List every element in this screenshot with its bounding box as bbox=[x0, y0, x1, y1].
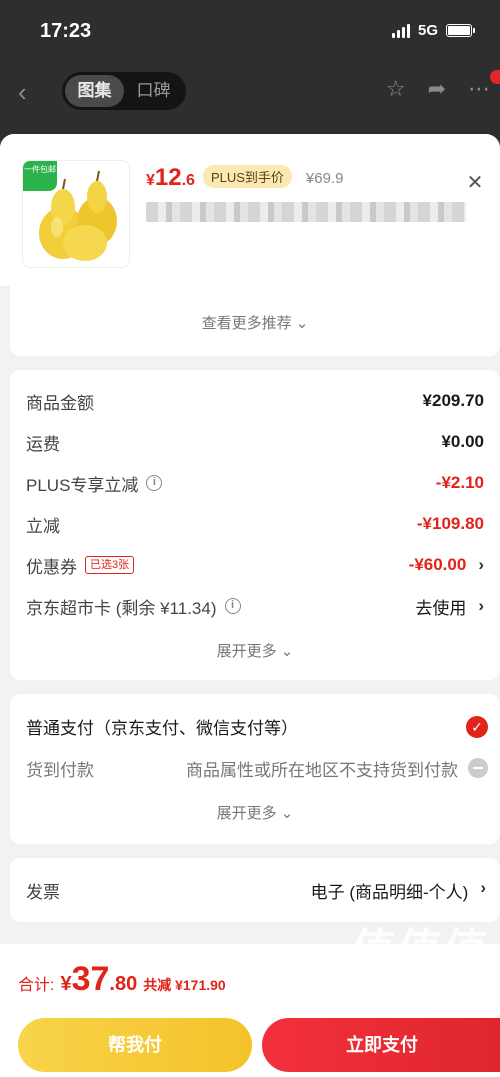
total-integer: 37 bbox=[71, 960, 110, 998]
checkout-footer: 合计: ¥ 37 .80 共减 ¥171.90 帮我付 立即支付 值值值 zhi… bbox=[0, 926, 500, 1077]
product-header: 一件包邮 ¥ 12 .6 PLUS到手价 ¥69.9 ✕ bbox=[0, 134, 500, 286]
network-label: 5G bbox=[417, 22, 438, 39]
original-price: ¥69.9 bbox=[305, 170, 344, 187]
row-value: ¥209.70 bbox=[422, 391, 484, 410]
row-value: -¥109.80 bbox=[416, 514, 484, 533]
row-label: 优惠券 bbox=[26, 557, 77, 577]
total-label: 合计: bbox=[18, 977, 55, 994]
price-integer: 12 bbox=[154, 164, 182, 191]
chevron-right-icon: › bbox=[480, 878, 486, 897]
site-watermark: 值值值 zhizhizhi.com bbox=[352, 914, 490, 991]
payment-option-normal[interactable]: 普通支付（京东支付、微信支付等） bbox=[26, 714, 298, 739]
message-badge bbox=[490, 70, 500, 84]
battery-icon bbox=[446, 24, 475, 37]
price-decimal: .6 bbox=[181, 172, 195, 189]
info-icon[interactable]: i bbox=[224, 598, 241, 614]
checkout-sheet: 一件包邮 ¥ 12 .6 PLUS到手价 ¥69.9 ✕ 查看更多推荐 ⌄ 商品… bbox=[0, 134, 500, 1077]
total-decimal: .80 bbox=[109, 973, 138, 995]
signal-icon bbox=[391, 23, 410, 38]
price-row: ¥ 12 .6 PLUS到手价 ¥69.9 bbox=[146, 164, 343, 192]
nav-actions: ☆ ➦ ⋯ bbox=[386, 76, 500, 102]
row-instant-discount: 立减 -¥109.80 bbox=[26, 509, 484, 539]
row-label: 商品金额 bbox=[26, 393, 94, 413]
total-discount: 共减 ¥171.90 bbox=[143, 977, 226, 993]
row-value-group: 去使用 › bbox=[415, 594, 484, 619]
expand-more-costs[interactable]: 展开更多 ⌄ bbox=[10, 640, 500, 661]
total-symbol: ¥ bbox=[60, 973, 72, 995]
row-value: ¥0.00 bbox=[441, 432, 484, 451]
disabled-radio-icon bbox=[468, 758, 488, 778]
row-label: 立减 bbox=[26, 516, 60, 536]
favorite-star-icon[interactable]: ☆ bbox=[386, 76, 406, 102]
coupon-selected-tag: 已选3张 bbox=[85, 556, 135, 574]
invoice-card[interactable]: 发票 电子 (商品明细-个人) › bbox=[10, 858, 500, 922]
tab-reviews[interactable]: 口碑 bbox=[124, 75, 183, 107]
row-supermarket-card[interactable]: 京东超市卡 (剩余 ¥11.34) i 去使用 › bbox=[26, 591, 484, 621]
row-coupons[interactable]: 优惠券 已选3张 -¥60.00 › bbox=[26, 550, 484, 580]
row-label: 京东超市卡 (剩余 ¥11.34) bbox=[26, 598, 217, 618]
invoice-label: 发票 bbox=[26, 883, 60, 902]
close-icon[interactable]: ✕ bbox=[462, 170, 488, 196]
row-label: 运费 bbox=[26, 434, 60, 454]
plus-price-tag: PLUS到手价 bbox=[202, 165, 292, 188]
blurred-product-title bbox=[146, 202, 466, 222]
chevron-right-icon: › bbox=[478, 596, 484, 615]
row-label-group: 京东超市卡 (剩余 ¥11.34) i bbox=[26, 594, 241, 619]
cost-breakdown-card: 商品金额 ¥209.70 运费 ¥0.00 PLUS专享立减 i -¥2.10 … bbox=[10, 370, 500, 680]
checkmark-icon[interactable]: ✓ bbox=[466, 716, 488, 738]
share-icon[interactable]: ➦ bbox=[428, 76, 446, 102]
expand-more-payment[interactable]: 展开更多 ⌄ bbox=[10, 802, 500, 823]
info-icon[interactable]: i bbox=[146, 475, 163, 491]
watermark-main: 值值值 bbox=[352, 926, 490, 975]
order-total: 合计: ¥ 37 .80 共减 ¥171.90 bbox=[18, 960, 226, 999]
row-plus-discount: PLUS专享立减 i -¥2.10 bbox=[26, 468, 484, 498]
row-label-group: PLUS专享立减 i bbox=[26, 471, 163, 496]
view-switcher: 图集 口碑 bbox=[62, 72, 186, 110]
status-indicators: 5G bbox=[391, 22, 475, 39]
back-icon[interactable]: ‹ bbox=[18, 78, 42, 106]
cod-unavailable-note: 商品属性或所在地区不支持货到付款 bbox=[186, 761, 458, 780]
row-shipping: 运费 ¥0.00 bbox=[26, 427, 484, 457]
status-time: 17:23 bbox=[40, 20, 92, 42]
row-value: -¥60.00 bbox=[408, 555, 467, 574]
invoice-value: 电子 (商品明细-个人) bbox=[310, 883, 469, 902]
more-icon[interactable]: ⋯ bbox=[468, 76, 490, 102]
row-label-group: 优惠券 已选3张 bbox=[26, 553, 135, 578]
payment-option-cod: 货到付款 bbox=[26, 761, 94, 780]
pay-now-button[interactable]: 立即支付 bbox=[262, 1018, 500, 1072]
chevron-right-icon: › bbox=[478, 555, 484, 574]
watermark-sub: zhizhizhi.com bbox=[393, 974, 484, 991]
row-label: PLUS专享立减 bbox=[26, 475, 139, 495]
invoice-value-group: 电子 (商品明细-个人) › bbox=[311, 878, 486, 903]
price-symbol: ¥ bbox=[146, 172, 155, 189]
use-card-link[interactable]: 去使用 bbox=[415, 594, 466, 619]
tab-gallery[interactable]: 图集 bbox=[65, 75, 124, 107]
payment-method-card: 普通支付（京东支付、微信支付等） ✓ 货到付款 商品属性或所在地区不支持货到付款… bbox=[10, 694, 500, 844]
row-value: -¥2.10 bbox=[435, 473, 484, 492]
row-value-group: -¥60.00 › bbox=[409, 555, 484, 575]
help-me-pay-button[interactable]: 帮我付 bbox=[18, 1018, 252, 1072]
row-subtotal: 商品金额 ¥209.70 bbox=[26, 386, 484, 416]
free-shipping-tag: 一件包邮 bbox=[23, 161, 57, 191]
see-more-recommendations[interactable]: 查看更多推荐 ⌄ bbox=[10, 312, 500, 333]
status-bar: 17:23 5G bbox=[0, 0, 500, 62]
product-thumbnail: 一件包邮 bbox=[22, 160, 130, 268]
